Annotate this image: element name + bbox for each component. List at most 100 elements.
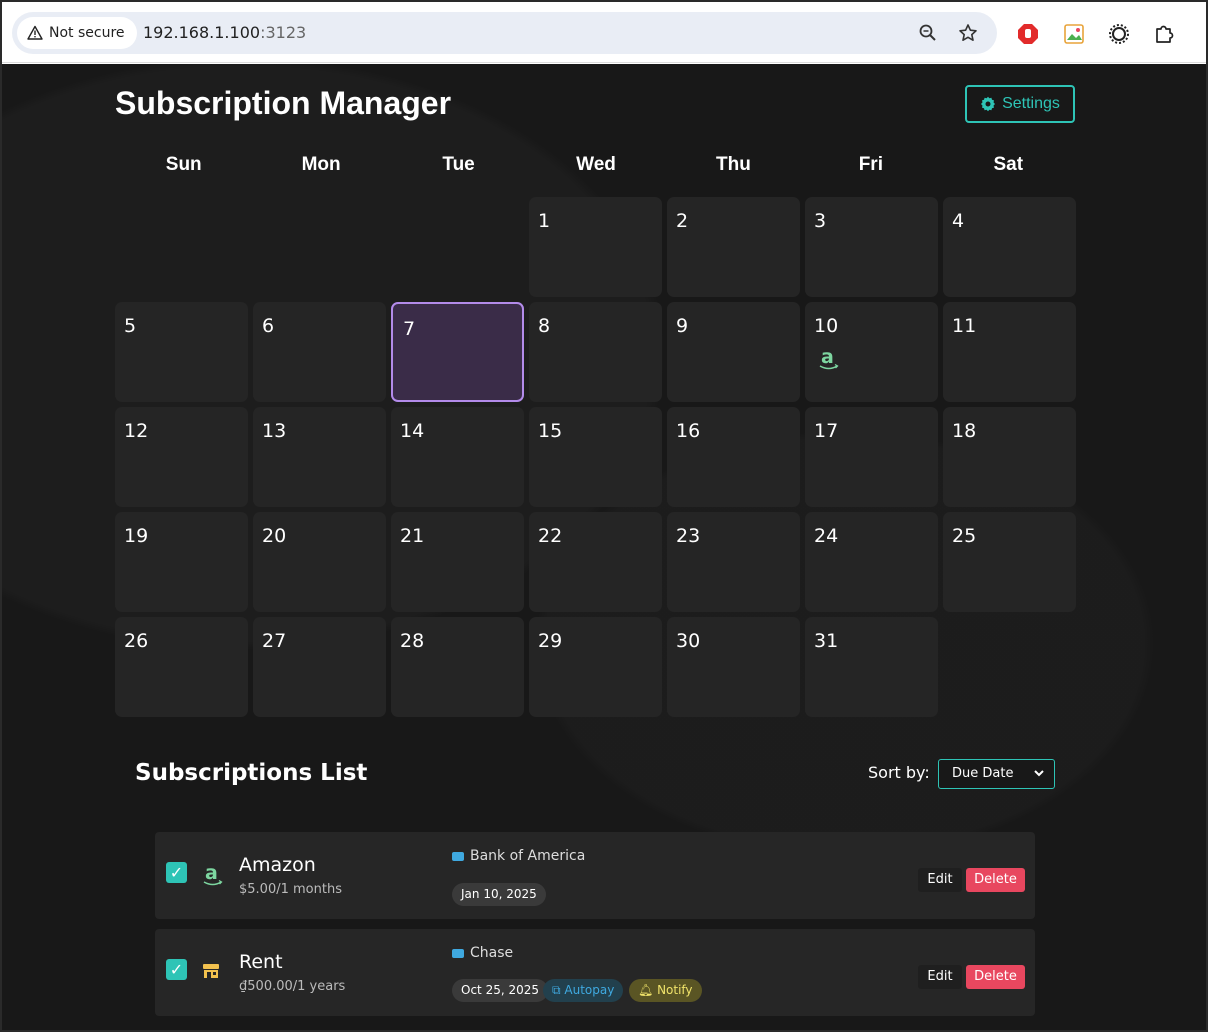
subscription-price: ₫500.00/1 years [239, 979, 346, 994]
calendar-day[interactable]: 9 [667, 302, 800, 402]
weekday-header: Sun Mon Tue Wed Thu Fri Sat [115, 154, 1077, 176]
calendar-day[interactable]: 26 [115, 617, 248, 717]
browser-window: Not secure 192.168.1.100:3123 Subscripti… [0, 0, 1208, 1032]
gear-icon [981, 96, 996, 112]
weekday-sun: Sun [165, 154, 202, 175]
adblock-extension-icon[interactable] [1017, 23, 1039, 45]
calendar-day[interactable]: 10 a [805, 302, 938, 402]
image-extension-icon[interactable] [1063, 23, 1085, 45]
day-number: 17 [814, 420, 839, 442]
app-root: Subscription Manager Settings Sun Mon Tue W… [2, 64, 1206, 1030]
subscription-row[interactable]: ✓ Rent ₫500.00/1 years Chase Oct 25, 202… [155, 929, 1035, 1016]
calendar-day[interactable]: 27 [253, 617, 386, 717]
calendar-day[interactable]: 5 [115, 302, 248, 402]
calendar-day[interactable]: 29 [529, 617, 662, 717]
calendar-day[interactable]: 22 [529, 512, 662, 612]
delete-button[interactable]: Delete [966, 868, 1025, 892]
svg-text:a: a [821, 346, 834, 368]
weekday-wed: Wed [576, 154, 616, 175]
weekday-fri: Fri [858, 154, 883, 175]
day-number: 7 [403, 318, 416, 340]
extensions-puzzle-icon[interactable] [1153, 23, 1175, 45]
calendar-day[interactable]: 23 [667, 512, 800, 612]
day-number: 30 [676, 630, 701, 652]
svg-text:a: a [205, 862, 218, 884]
day-number: 11 [952, 315, 977, 337]
due-date-badge: Jan 10, 2025 [452, 883, 546, 906]
enabled-checkbox[interactable]: ✓ [166, 959, 187, 980]
zoom-icon[interactable] [918, 23, 938, 43]
day-number: 14 [400, 420, 425, 442]
calendar-day-today[interactable]: 7 [391, 302, 524, 402]
calendar-day[interactable]: 25 [943, 512, 1076, 612]
subscriptions-list-title: Subscriptions List [135, 760, 368, 786]
subscription-row[interactable]: ✓ a Amazon $5.00/1 months Bank of Americ… [155, 832, 1035, 919]
due-date-badge: Oct 25, 2025 [452, 979, 548, 1002]
security-indicator[interactable]: Not secure [17, 17, 137, 49]
calendar-day[interactable]: 15 [529, 407, 662, 507]
subscription-price: $5.00/1 months [239, 882, 342, 897]
url-port: :3123 [260, 23, 307, 42]
calendar-day[interactable]: 12 [115, 407, 248, 507]
day-number: 19 [124, 525, 149, 547]
calendar-blank-cell [253, 197, 386, 297]
autopay-badge: ⧉ Autopay [543, 979, 624, 1002]
amazon-icon[interactable]: a [817, 346, 841, 372]
day-number: 8 [538, 315, 551, 337]
calendar-day[interactable]: 2 [667, 197, 800, 297]
calendar-day[interactable]: 6 [253, 302, 386, 402]
calendar-day[interactable]: 3 [805, 197, 938, 297]
calendar-day[interactable]: 8 [529, 302, 662, 402]
autopay-label: Autopay [564, 983, 615, 997]
amazon-icon: a [203, 862, 223, 886]
calendar-blank-cell [115, 197, 248, 297]
sun-extension-icon[interactable] [1108, 23, 1130, 45]
calendar-day[interactable]: 11 [943, 302, 1076, 402]
settings-button[interactable]: Settings [965, 85, 1075, 123]
day-number: 9 [676, 315, 689, 337]
day-number: 13 [262, 420, 287, 442]
calendar-day[interactable]: 31 [805, 617, 938, 717]
weekday-thu: Thu [716, 154, 751, 175]
calendar-day[interactable]: 16 [667, 407, 800, 507]
calendar-blank-cell [391, 197, 524, 297]
page-title: Subscription Manager [115, 85, 452, 121]
calendar-day[interactable]: 24 [805, 512, 938, 612]
edit-button[interactable]: Edit [918, 868, 962, 892]
security-label: Not secure [49, 25, 125, 41]
calendar-day[interactable]: 18 [943, 407, 1076, 507]
calendar-day[interactable]: 30 [667, 617, 800, 717]
edit-button[interactable]: Edit [918, 965, 962, 989]
calendar-day[interactable]: 17 [805, 407, 938, 507]
notify-badge: 🔔︎ Notify [629, 979, 702, 1002]
day-number: 2 [676, 210, 689, 232]
sort-select[interactable]: Due Date [938, 759, 1055, 789]
payment-account: Chase [452, 945, 513, 961]
day-number: 4 [952, 210, 965, 232]
calendar-day[interactable]: 4 [943, 197, 1076, 297]
day-number: 27 [262, 630, 287, 652]
sort-value: Due Date [952, 766, 1014, 781]
calendar-day[interactable]: 1 [529, 197, 662, 297]
url-text[interactable]: 192.168.1.100:3123 [143, 12, 306, 54]
enabled-checkbox[interactable]: ✓ [166, 862, 187, 883]
store-icon [203, 964, 219, 978]
notify-label: Notify [657, 983, 693, 997]
day-number: 5 [124, 315, 137, 337]
calendar-day[interactable]: 20 [253, 512, 386, 612]
calendar-day[interactable]: 13 [253, 407, 386, 507]
calendar-day[interactable]: 21 [391, 512, 524, 612]
day-number: 18 [952, 420, 977, 442]
delete-button[interactable]: Delete [966, 965, 1025, 989]
address-bar[interactable]: Not secure 192.168.1.100:3123 [12, 12, 997, 54]
calendar-day[interactable]: 14 [391, 407, 524, 507]
day-number: 25 [952, 525, 977, 547]
calendar-day[interactable]: 19 [115, 512, 248, 612]
day-number: 10 [814, 315, 839, 337]
calendar-day[interactable]: 28 [391, 617, 524, 717]
bell-icon: 🔔︎ [638, 983, 654, 997]
day-number: 23 [676, 525, 701, 547]
bookmark-star-icon[interactable] [958, 23, 978, 43]
bank-name: Chase [470, 945, 514, 961]
day-number: 29 [538, 630, 563, 652]
